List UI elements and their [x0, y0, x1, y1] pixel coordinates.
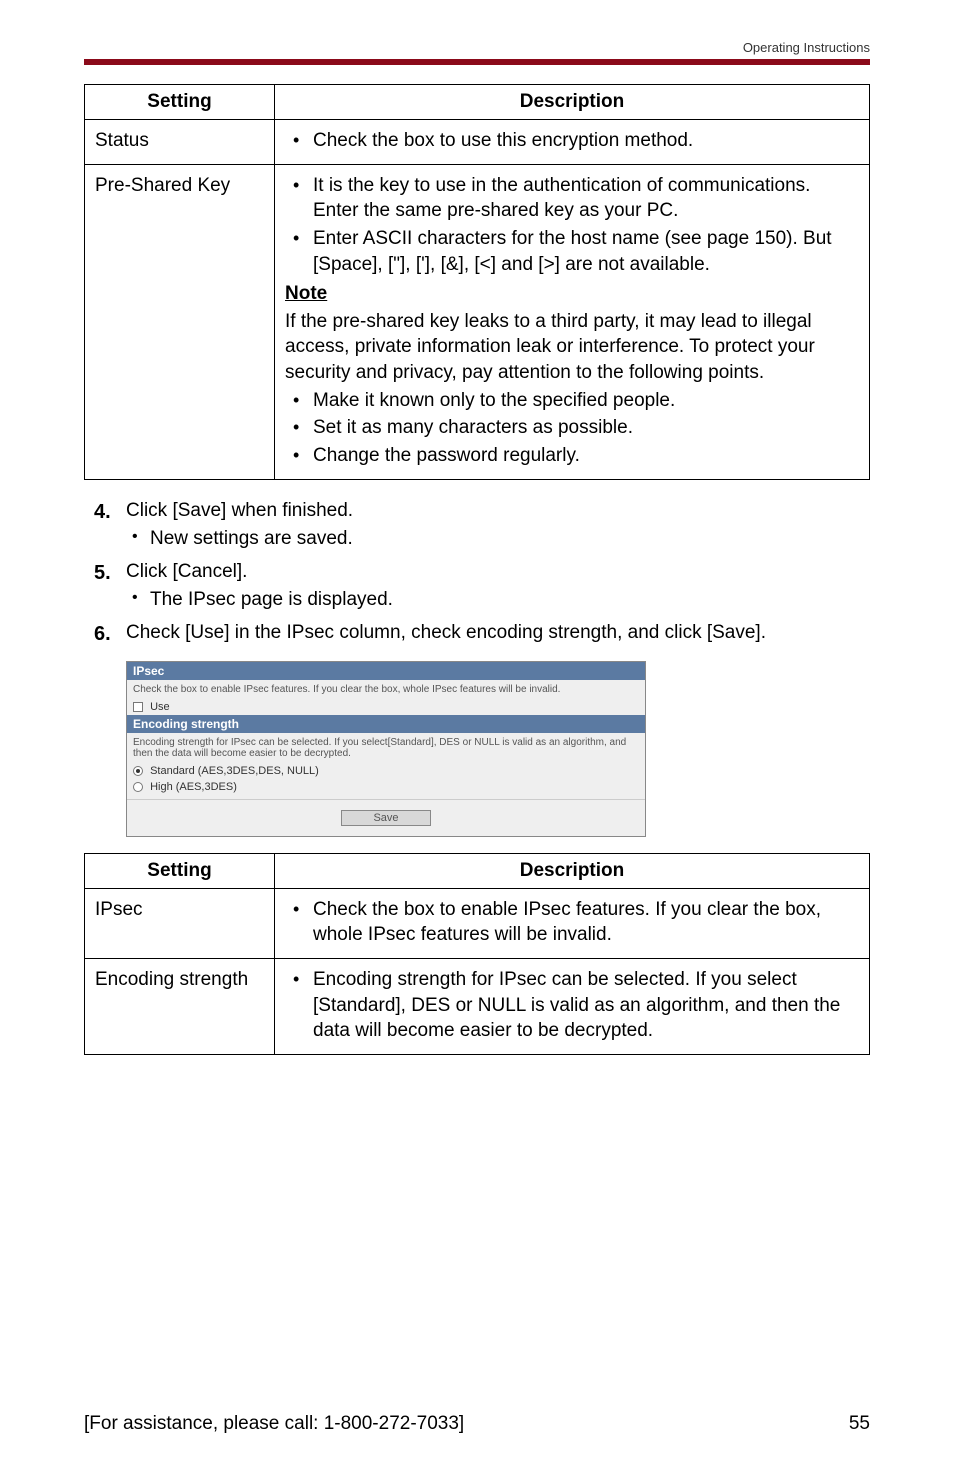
step-number: 4.: [94, 498, 111, 526]
bullet: Encoding strength for IPsec can be selec…: [285, 967, 859, 1044]
step-6: 6. Check [Use] in the IPsec column, chec…: [84, 620, 870, 647]
setting-cell-encoding: Encoding strength: [85, 958, 275, 1054]
setting-cell-status: Status: [85, 120, 275, 165]
table-header-setting: Setting: [85, 85, 275, 120]
option-high-label: High (AES,3DES): [150, 781, 237, 793]
step-4: 4. Click [Save] when finished. New setti…: [84, 498, 870, 553]
step-sub: New settings are saved.: [126, 526, 870, 553]
description-cell: Encoding strength for IPsec can be selec…: [275, 958, 870, 1054]
bullet: Change the password regularly.: [285, 443, 859, 469]
table-header-description: Description: [275, 853, 870, 888]
step-5: 5. Click [Cancel]. The IPsec page is dis…: [84, 559, 870, 614]
shot-header-encoding: Encoding strength: [127, 715, 645, 733]
shot-footer: Save: [127, 799, 645, 836]
bullet: Check the box to use this encryption met…: [285, 128, 859, 154]
page-footer: [For assistance, please call: 1-800-272-…: [84, 1413, 870, 1435]
page-header: Operating Instructions: [84, 40, 870, 65]
ipsec-screenshot: IPsec Check the box to enable IPsec feat…: [126, 661, 646, 837]
step-number: 5.: [94, 559, 111, 587]
shot-header-ipsec: IPsec: [127, 662, 645, 680]
description-cell: Check the box to use this encryption met…: [275, 120, 870, 165]
note-paragraph: If the pre-shared key leaks to a third p…: [285, 309, 859, 386]
page-number: 55: [849, 1413, 870, 1435]
table-row: Pre-Shared Key It is the key to use in t…: [85, 164, 870, 479]
table-row: IPsec Check the box to enable IPsec feat…: [85, 888, 870, 958]
table-row: Status Check the box to use this encrypt…: [85, 120, 870, 165]
bullet: Make it known only to the specified peop…: [285, 388, 859, 414]
setting-cell-preshared: Pre-Shared Key: [85, 164, 275, 479]
use-label: Use: [150, 701, 170, 713]
radio-icon: [133, 782, 143, 792]
steps-list: 4. Click [Save] when finished. New setti…: [84, 498, 870, 647]
table-row: Encoding strength Encoding strength for …: [85, 958, 870, 1054]
shot-desc: Check the box to enable IPsec features. …: [127, 680, 645, 699]
bullet: Set it as many characters as possible.: [285, 415, 859, 441]
page: Operating Instructions Setting Descripti…: [0, 0, 954, 1475]
settings-table-2: Setting Description IPsec Check the box …: [84, 853, 870, 1055]
bullet: It is the key to use in the authenticati…: [285, 173, 859, 224]
bullet: Enter ASCII characters for the host name…: [285, 226, 859, 277]
breadcrumb: Operating Instructions: [84, 40, 870, 55]
step-sub: The IPsec page is displayed.: [126, 587, 870, 614]
table-header-setting: Setting: [85, 853, 275, 888]
bullet: Check the box to enable IPsec features. …: [285, 897, 859, 948]
settings-table-1: Setting Description Status Check the box…: [84, 84, 870, 480]
shot-option-high: High (AES,3DES): [127, 779, 645, 795]
setting-cell-ipsec: IPsec: [85, 888, 275, 958]
shot-option-standard: Standard (AES,3DES,DES, NULL): [127, 763, 645, 779]
step-text: Click [Cancel].: [126, 561, 247, 582]
table-header-description: Description: [275, 85, 870, 120]
description-cell: Check the box to enable IPsec features. …: [275, 888, 870, 958]
content: Setting Description Status Check the box…: [0, 60, 954, 1113]
save-button: Save: [341, 810, 431, 826]
step-text: Check [Use] in the IPsec column, check e…: [126, 622, 766, 643]
note-label: Note: [285, 281, 859, 307]
step-number: 6.: [94, 620, 111, 648]
footer-assist: [For assistance, please call: 1-800-272-…: [84, 1413, 464, 1435]
header-rule: [84, 59, 870, 65]
step-text: Click [Save] when finished.: [126, 500, 353, 521]
shot-use-row: Use: [127, 699, 645, 715]
shot-enc-desc: Encoding strength for IPsec can be selec…: [127, 733, 645, 763]
description-cell: It is the key to use in the authenticati…: [275, 164, 870, 479]
checkbox-icon: [133, 702, 143, 712]
option-standard-label: Standard (AES,3DES,DES, NULL): [150, 765, 319, 777]
radio-icon: [133, 766, 143, 776]
